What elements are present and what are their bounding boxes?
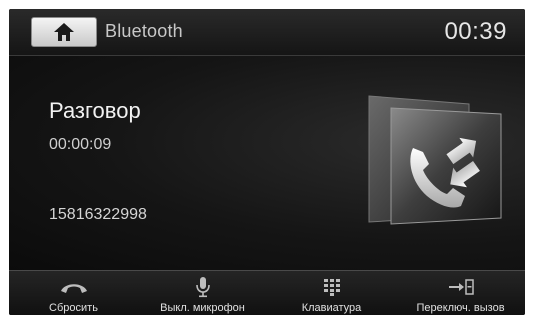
call-actions-bar: Сбросить Выкл. микрофон Клавиатура Перек… bbox=[9, 270, 525, 315]
clock: 00:39 bbox=[444, 18, 507, 45]
call-screen: Bluetooth 00:39 Разговор 00:00:09 158163… bbox=[9, 9, 525, 315]
home-icon bbox=[54, 23, 74, 41]
hang-up-icon bbox=[60, 284, 87, 293]
call-info-panel: Разговор 00:00:09 15816322998 bbox=[9, 56, 525, 270]
microphone-icon bbox=[195, 277, 210, 298]
call-status: Разговор bbox=[49, 98, 141, 123]
header-bar: Bluetooth 00:39 bbox=[9, 9, 525, 56]
keypad-icon bbox=[323, 279, 340, 296]
call-transfer-icon bbox=[368, 95, 502, 225]
switch-call-label: Переключ. вызов bbox=[416, 302, 505, 314]
mute-microphone-label: Выкл. микрофон bbox=[160, 302, 245, 314]
keypad-button[interactable]: Клавиатура bbox=[267, 271, 396, 315]
switch-call-icon bbox=[448, 279, 474, 295]
keypad-label: Клавиатура bbox=[301, 302, 362, 314]
phone-number: 15816322998 bbox=[49, 206, 147, 223]
hang-up-button[interactable]: Сбросить bbox=[9, 271, 138, 315]
call-duration: 00:00:09 bbox=[49, 136, 112, 153]
app-title: Bluetooth bbox=[105, 21, 183, 41]
switch-call-button[interactable]: Переключ. вызов bbox=[396, 271, 525, 315]
hang-up-label: Сбросить bbox=[49, 302, 98, 314]
mute-microphone-button[interactable]: Выкл. микрофон bbox=[138, 271, 267, 315]
home-button[interactable] bbox=[31, 17, 97, 47]
